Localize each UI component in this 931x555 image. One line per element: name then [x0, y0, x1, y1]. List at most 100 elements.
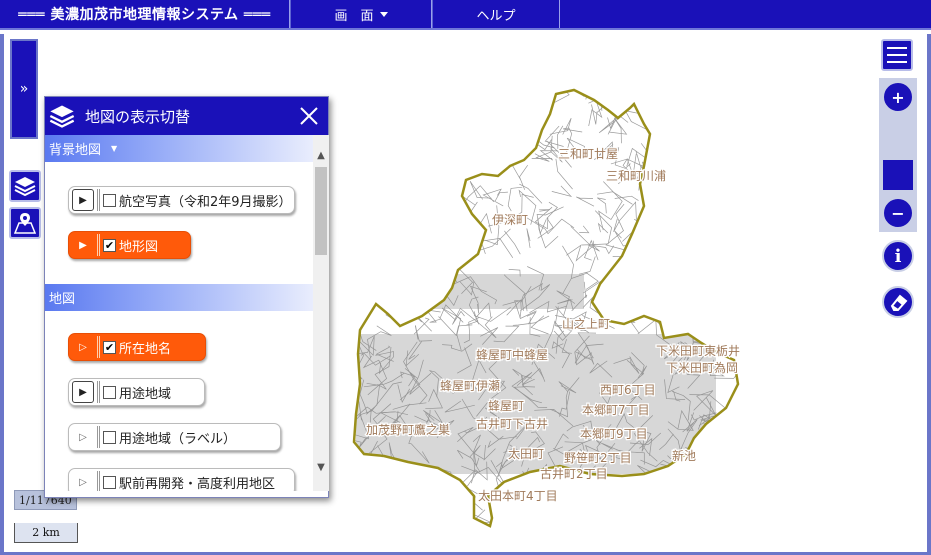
zoom-slider-handle[interactable]	[882, 159, 914, 191]
road	[354, 169, 359, 187]
close-button[interactable]	[294, 101, 324, 131]
sidebar-toggle-button[interactable]: »	[10, 39, 38, 139]
road	[704, 443, 724, 455]
layer-item-topographic[interactable]: ▶ ✔ 地形図	[68, 231, 191, 259]
road	[362, 484, 400, 493]
road	[692, 276, 716, 295]
road	[656, 202, 667, 215]
layer-checkbox-checked[interactable]: ✔	[103, 340, 116, 354]
layer-checkbox-checked[interactable]: ✔	[103, 238, 116, 252]
road	[741, 321, 756, 338]
road	[684, 199, 700, 218]
road	[571, 483, 604, 502]
road	[701, 251, 736, 284]
road	[377, 233, 387, 241]
panel-header[interactable]: 地図の表示切替	[45, 97, 328, 135]
play-icon[interactable]: ▶	[72, 234, 94, 256]
road	[594, 290, 622, 308]
road	[354, 118, 391, 161]
road	[509, 90, 537, 92]
road	[693, 167, 711, 179]
road	[673, 229, 726, 246]
layer-item-aerial-photo[interactable]: ▶ 航空写真（令和2年9月撮影）	[68, 186, 295, 214]
road	[392, 495, 416, 510]
layer-checkbox[interactable]	[103, 430, 116, 444]
road	[669, 490, 710, 508]
menu-help[interactable]: ヘルプ	[432, 0, 560, 28]
panel-scrollbar[interactable]: ▲ ▼	[313, 135, 329, 491]
road	[722, 502, 728, 517]
group-map[interactable]: 地図	[45, 284, 313, 311]
road	[414, 236, 446, 262]
play-outline-icon[interactable]: ▷	[72, 471, 94, 491]
road	[685, 498, 704, 522]
layers-button[interactable]	[9, 170, 41, 202]
road	[716, 115, 725, 137]
road	[708, 463, 738, 480]
road	[647, 286, 668, 296]
header-bar: ═══ 美濃加茂市地理情報システム ═══ 画 面 ヘルプ	[0, 0, 931, 30]
layer-item-zoning[interactable]: ▶ 用途地域	[68, 378, 205, 406]
play-outline-icon[interactable]: ▷	[72, 336, 94, 358]
road	[354, 462, 362, 484]
road	[692, 505, 707, 521]
road	[415, 53, 441, 84]
layer-checkbox[interactable]	[103, 475, 116, 489]
road	[407, 160, 443, 183]
place-label: 古井町下古井	[476, 416, 548, 431]
road	[731, 326, 738, 339]
layer-item-zoning-label[interactable]: ▷ 用途地域（ラベル）	[68, 423, 281, 451]
road	[368, 204, 389, 227]
eraser-button[interactable]	[882, 286, 914, 318]
layer-checkbox[interactable]	[103, 385, 116, 399]
road	[697, 182, 716, 204]
road	[375, 114, 395, 145]
zoom-in-button[interactable]: +	[882, 81, 914, 113]
layer-toggle-panel: 地図の表示切替 背景地図 ▼ ▶ 航空写真（令和2年9月撮影） ▶ ✔ 地形図 …	[44, 96, 329, 498]
road	[656, 264, 676, 281]
road	[670, 266, 689, 279]
group-label: 背景地図	[49, 143, 102, 158]
map-pin-icon	[13, 213, 37, 234]
road	[390, 147, 402, 169]
menu-display[interactable]: 画 面	[290, 0, 432, 28]
group-label: 地図	[49, 292, 76, 307]
road	[354, 191, 372, 213]
road	[511, 119, 536, 137]
road	[560, 483, 572, 506]
hamburger-menu-button[interactable]	[881, 39, 913, 71]
separator	[97, 189, 100, 211]
road	[354, 90, 361, 101]
scroll-down-icon[interactable]: ▼	[313, 459, 329, 475]
road	[574, 501, 607, 522]
road	[401, 90, 424, 99]
road	[424, 105, 441, 109]
road	[737, 399, 738, 418]
place-label: 蜂屋町	[488, 399, 524, 413]
road	[495, 90, 522, 110]
road	[686, 120, 699, 139]
layers-icon	[47, 101, 77, 131]
layer-item-place-names[interactable]: ▷ ✔ 所在地名	[68, 333, 206, 361]
zoom-out-button[interactable]: −	[882, 197, 914, 229]
road	[354, 111, 386, 130]
road	[681, 139, 704, 157]
play-icon[interactable]: ▶	[72, 189, 94, 211]
info-button[interactable]: i	[882, 240, 914, 272]
play-outline-icon[interactable]: ▷	[72, 426, 94, 448]
road	[735, 504, 738, 521]
road	[513, 123, 532, 130]
play-icon[interactable]: ▶	[72, 381, 94, 403]
scroll-up-icon[interactable]: ▲	[313, 147, 329, 163]
road	[465, 90, 483, 94]
road	[426, 110, 467, 141]
group-background-map[interactable]: 背景地図 ▼	[45, 135, 313, 162]
scroll-thumb[interactable]	[315, 167, 327, 255]
place-label: 本郷町7丁目	[582, 403, 650, 417]
road	[371, 464, 385, 478]
layer-item-station-redevelopment[interactable]: ▷ 駅前再開発・高度利用地区	[68, 468, 295, 491]
map-location-button[interactable]	[9, 207, 41, 239]
road	[536, 507, 550, 515]
layer-checkbox[interactable]	[103, 193, 116, 207]
road	[559, 510, 580, 526]
